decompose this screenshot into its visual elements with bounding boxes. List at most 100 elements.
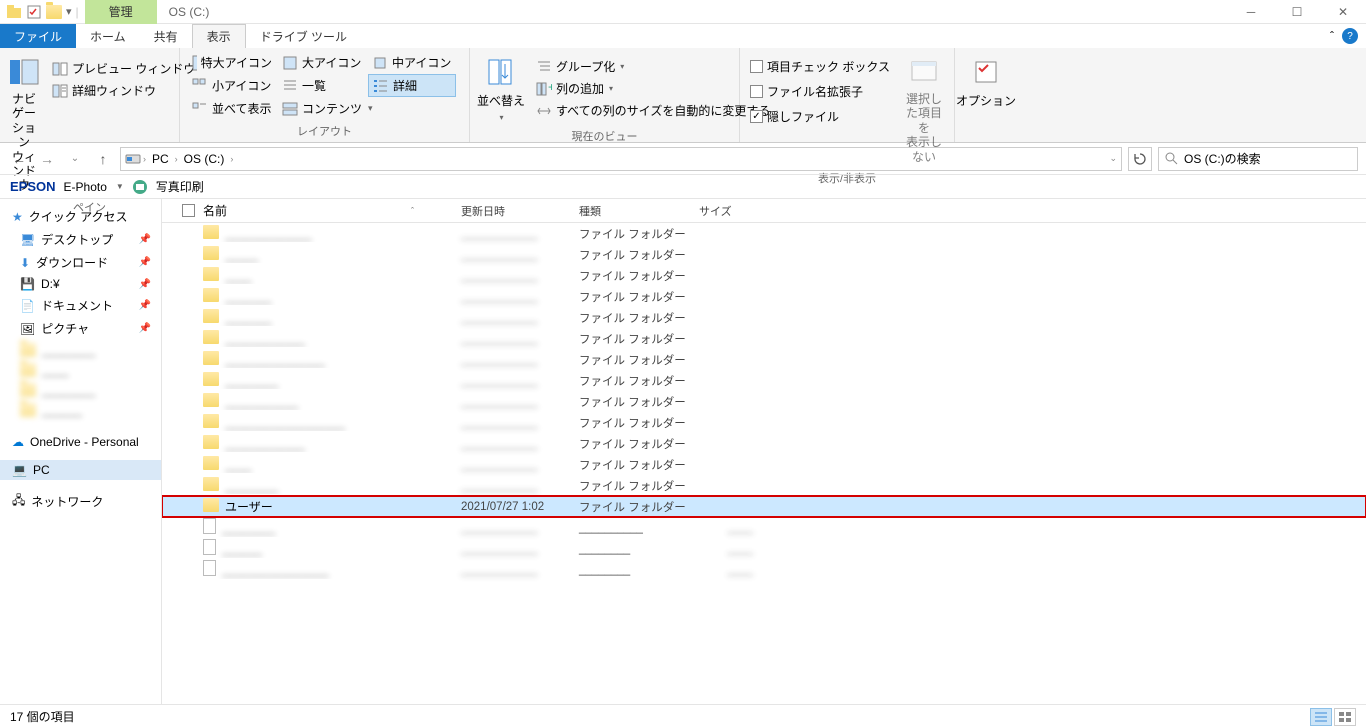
table-row[interactable]: ___________________ファイル フォルダー [162,307,1366,328]
chevron-right-icon[interactable]: › [230,154,233,164]
table-row[interactable]: ユーザー2021/07/27 1:02ファイル フォルダー [162,496,1366,517]
minimize-button[interactable]: ─ [1228,0,1274,24]
add-columns-button[interactable]: +列の追加▾ [532,78,774,99]
list-button[interactable]: 一覧 [278,74,366,97]
minimize-ribbon-icon[interactable]: ˆ [1330,29,1334,43]
sort-button[interactable]: 並べ替え▾ [476,52,526,126]
file-type: ファイル フォルダー [571,499,691,515]
layout-more-icon[interactable]: ▾ [368,103,373,114]
table-row[interactable]: _______________________ファイル フォルダー [162,391,1366,412]
sidebar-pc[interactable]: 💻PC [0,460,161,480]
recent-dropdown[interactable]: ⌄ [64,148,86,170]
table-row[interactable]: ________________ファイル フォルダー [162,454,1366,475]
sidebar-network[interactable]: 🖧ネットワーク [0,488,161,515]
preview-pane-button[interactable]: プレビュー ウィンドウ [48,58,199,79]
sidebar-downloads[interactable]: ⬇ダウンロード📌 [0,251,161,274]
svg-text:+: + [548,81,552,94]
tiles-button[interactable]: 並べて表示 [188,98,276,119]
table-row[interactable]: ________________________________________ [162,559,1366,580]
sidebar-quick-access[interactable]: ★クイック アクセス [0,205,161,228]
xl-icons-button[interactable]: 特大アイコン [188,52,276,73]
m-icons-button[interactable]: 中アイコン [368,52,456,73]
table-row[interactable]: ____________________ファイル フォルダー [162,475,1366,496]
sidebar-onedrive[interactable]: ☁OneDrive - Personal [0,432,161,452]
table-row[interactable]: ______________________________ [162,538,1366,559]
tab-drive-tools[interactable]: ドライブ ツール [246,24,361,48]
sidebar-pictures[interactable]: 🖼ピクチャ📌 [0,317,161,340]
search-icon [1165,152,1178,165]
tab-share[interactable]: 共有 [140,24,192,48]
thumbnails-view-button[interactable] [1334,708,1356,726]
item-check-boxes[interactable]: 項目チェック ボックス [746,56,894,77]
crumb-pc[interactable]: PC [148,150,173,168]
title-bar: ▾ | 管理 OS (C:) ─ ☐ ✕ [0,0,1366,24]
tab-view[interactable]: 表示 [192,24,246,48]
s-icons-button[interactable]: 小アイコン [188,74,276,97]
content-button[interactable]: コンテンツ [278,98,366,119]
photo-print-button[interactable]: 写真印刷 [156,178,204,195]
epson-product[interactable]: E-Photo [64,180,107,194]
table-row[interactable]: ______________________________ファイル フォルダー [162,412,1366,433]
cloud-icon: ☁ [12,435,24,449]
sidebar-d-drive[interactable]: 💾D:¥📌 [0,274,161,294]
properties-icon[interactable] [26,4,42,20]
pictures-icon: 🖼 [20,322,35,336]
address-bar[interactable]: › PC › OS (C:) › ⌄ [120,147,1122,171]
col-date[interactable]: 更新日時 [453,199,571,223]
hidden-items[interactable]: ✓隠しファイル [746,106,894,127]
sidebar-item[interactable]: ____ [0,360,161,380]
table-row[interactable]: ____________________ファイル フォルダー [162,370,1366,391]
chevron-right-icon[interactable]: › [175,154,178,164]
up-button[interactable]: ↑ [92,148,114,170]
col-size[interactable]: サイズ [691,199,761,223]
help-icon[interactable]: ? [1342,28,1358,44]
table-row[interactable]: _________________ファイル フォルダー [162,244,1366,265]
table-row[interactable]: ________________ファイル フォルダー [162,265,1366,286]
chevron-right-icon[interactable]: › [143,154,146,164]
folder-icon [203,456,219,470]
l-icons-button[interactable]: 大アイコン [278,52,366,73]
search-box[interactable]: OS (C:)の検索 [1158,147,1358,171]
details-view-button[interactable] [1310,708,1332,726]
table-row[interactable]: __________________________________ [162,517,1366,538]
rows-container: _________________________ファイル フォルダー_____… [162,223,1366,704]
file-size: ____ [691,564,761,576]
star-icon: ★ [12,210,23,224]
size-all-columns-button[interactable]: すべての列のサイズを自動的に変更する [532,100,774,121]
table-row[interactable]: _________________________ファイル フォルダー [162,223,1366,244]
sidebar-item[interactable]: ________ [0,340,161,360]
address-dropdown-icon[interactable]: ⌄ [1109,153,1117,164]
sidebar-documents[interactable]: 📄ドキュメント📌 [0,294,161,317]
file-date: ____________ [453,522,571,534]
group-by-button[interactable]: グループ化▾ [532,56,774,77]
table-row[interactable]: ________________________ファイル フォルダー [162,433,1366,454]
col-name[interactable]: 名前ˆ [195,199,453,223]
select-all-checkbox[interactable] [182,204,195,217]
table-row[interactable]: ___________________ファイル フォルダー [162,286,1366,307]
qat-dropdown-icon[interactable]: ▾ [66,5,72,18]
file-name-extensions[interactable]: ファイル名拡張子 [746,81,894,102]
details-button[interactable]: 詳細 [368,74,456,97]
col-type[interactable]: 種類 [571,199,691,223]
tab-home[interactable]: ホーム [76,24,140,48]
sidebar-desktop[interactable]: 🖥デスクトップ📌 [0,228,161,251]
table-row[interactable]: ___________________________ファイル フォルダー [162,349,1366,370]
file-size: ____ [691,543,761,555]
column-headers: 名前ˆ 更新日時 種類 サイズ [162,199,1366,223]
details-pane-button[interactable]: 詳細ウィンドウ [48,80,199,101]
sidebar-item[interactable]: ________ [0,380,161,400]
file-type: ファイル フォルダー [571,436,691,452]
table-row[interactable]: ________________________ファイル フォルダー [162,328,1366,349]
options-button[interactable]: オプション [961,52,1011,113]
close-button[interactable]: ✕ [1320,0,1366,24]
file-name: ________ [222,521,275,535]
maximize-button[interactable]: ☐ [1274,0,1320,24]
hide-selected-button[interactable]: 選択した項目を 表示しない [900,52,948,168]
back-button[interactable]: ← [8,148,30,170]
refresh-button[interactable] [1128,147,1152,171]
tab-file[interactable]: ファイル [0,24,76,48]
forward-button[interactable]: → [36,148,58,170]
sidebar-item[interactable]: ______ [0,400,161,420]
crumb-drive[interactable]: OS (C:) [180,150,229,168]
epson-dropdown-icon[interactable]: ▼ [116,182,124,191]
